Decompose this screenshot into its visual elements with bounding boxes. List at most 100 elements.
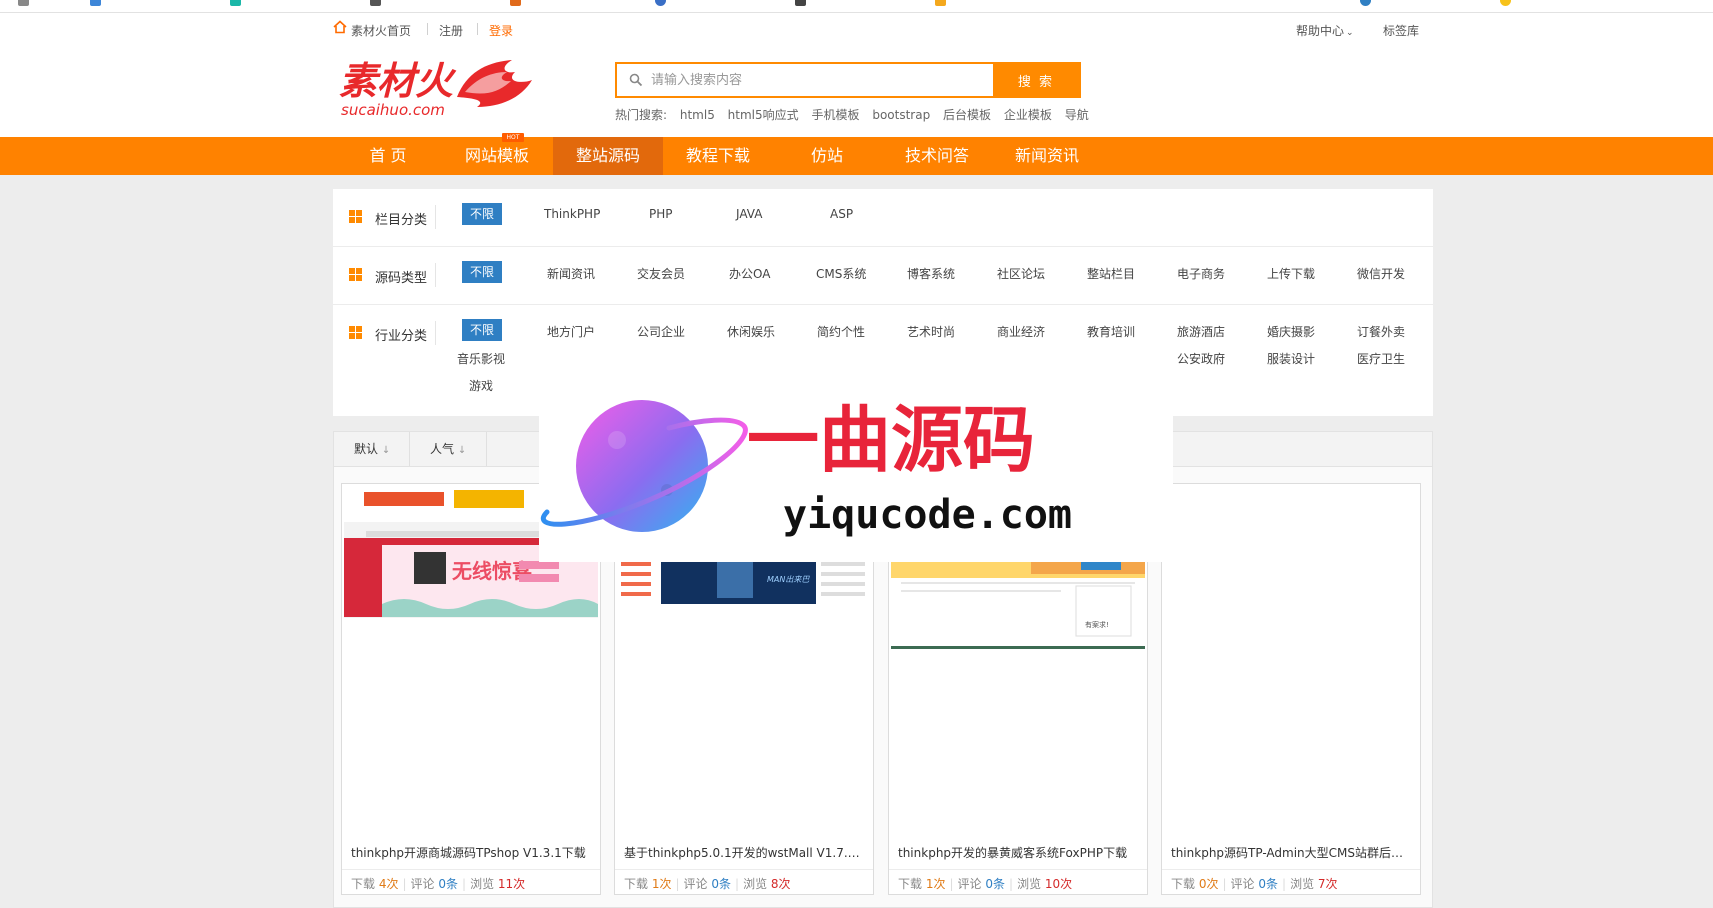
hot-search-item[interactable]: html5 bbox=[680, 108, 715, 122]
thumb-notice-text: 有案求! bbox=[1085, 620, 1109, 629]
tags-link[interactable]: 标签库 bbox=[1383, 22, 1419, 39]
search-button[interactable]: 搜 索 bbox=[993, 64, 1079, 96]
nav-item-tutorials[interactable]: 教程下载 bbox=[674, 137, 762, 175]
stat-comments: 0条 bbox=[438, 877, 459, 891]
bookmark-item[interactable] bbox=[935, 0, 961, 6]
filter-tag[interactable]: 微信开发 bbox=[1357, 265, 1405, 282]
stat-label: 浏览 bbox=[743, 877, 768, 891]
card-thumbnail[interactable] bbox=[1164, 486, 1418, 496]
filter-tag[interactable]: PHP bbox=[649, 207, 673, 221]
card-title[interactable]: thinkphp开源商城源码TPshop V1.3.1下载 bbox=[351, 844, 591, 861]
sucaihuo-logo[interactable]: 素材火 sucaihuo.com bbox=[337, 52, 537, 122]
hot-search-item[interactable]: 手机模板 bbox=[811, 108, 859, 122]
filter-tag[interactable]: 公司企业 bbox=[637, 323, 685, 340]
filter-tag[interactable]: ASP bbox=[830, 207, 853, 221]
nav-item-news[interactable]: 新闻资讯 bbox=[1003, 137, 1091, 175]
filter-tag[interactable]: 地方门户 bbox=[547, 323, 595, 340]
filter-tag[interactable]: 博客系统 bbox=[907, 265, 955, 282]
divider bbox=[409, 432, 410, 466]
home-icon bbox=[333, 20, 347, 34]
bookmark-icon bbox=[18, 0, 29, 6]
hot-search-item[interactable]: 导航 bbox=[1065, 108, 1089, 122]
filter-tag[interactable]: 旅游酒店 bbox=[1177, 323, 1225, 340]
bookmark-icon bbox=[1360, 0, 1371, 6]
divider bbox=[333, 304, 1433, 305]
filter-tag[interactable]: 游戏 bbox=[469, 377, 493, 394]
filter-tag[interactable]: 电子商务 bbox=[1177, 265, 1225, 282]
filter-any-type[interactable]: 不限 bbox=[462, 261, 502, 283]
hot-search-item[interactable]: bootstrap bbox=[872, 108, 930, 122]
nav-item-home[interactable]: 首 页 bbox=[344, 137, 432, 175]
filter-tag[interactable]: 新闻资讯 bbox=[547, 265, 595, 282]
sort-popular-button[interactable]: 人气 ↓ bbox=[430, 432, 466, 466]
filter-tag[interactable]: CMS系统 bbox=[816, 265, 866, 282]
arrow-down-icon: ↓ bbox=[381, 445, 391, 456]
nav-item-source-code[interactable]: 整站源码 bbox=[553, 137, 663, 175]
home-link[interactable]: 素材火首页 bbox=[351, 22, 411, 39]
stat-comments: 0条 bbox=[711, 877, 732, 891]
filter-tag[interactable]: 休闲娱乐 bbox=[727, 323, 775, 340]
filter-tag[interactable]: 上传下载 bbox=[1267, 265, 1315, 282]
stat-label: 浏览 bbox=[1017, 877, 1042, 891]
filter-tag[interactable]: 公安政府 bbox=[1177, 350, 1225, 367]
divider bbox=[435, 205, 436, 229]
bookmark-item[interactable] bbox=[370, 0, 399, 6]
filter-tag[interactable]: 商业经济 bbox=[997, 323, 1045, 340]
nav-item-qa[interactable]: 技术问答 bbox=[893, 137, 981, 175]
divider bbox=[477, 23, 478, 35]
card-title[interactable]: 基于thinkphp5.0.1开发的wstMall V1.7.5... bbox=[624, 844, 864, 861]
filter-tag[interactable]: 教育培训 bbox=[1087, 323, 1135, 340]
bookmark-icon bbox=[370, 0, 381, 6]
divider bbox=[1162, 869, 1420, 870]
bookmark-item[interactable] bbox=[1500, 0, 1522, 6]
register-link[interactable]: 注册 bbox=[439, 22, 463, 39]
filter-tag[interactable]: 整站栏目 bbox=[1087, 265, 1135, 282]
filter-any-column[interactable]: 不限 bbox=[462, 203, 502, 225]
hot-search-item[interactable]: 企业模板 bbox=[1004, 108, 1052, 122]
nav-item-clone[interactable]: 仿站 bbox=[783, 137, 871, 175]
search-input[interactable] bbox=[651, 64, 1007, 96]
filter-tag[interactable]: 艺术时尚 bbox=[907, 323, 955, 340]
stat-label: 评论 bbox=[683, 877, 708, 891]
hot-search-item[interactable]: html5响应式 bbox=[728, 108, 799, 122]
bookmark-item[interactable] bbox=[90, 0, 129, 6]
card-title[interactable]: thinkphp源码TP-Admin大型CMS站群后台... bbox=[1171, 844, 1411, 861]
filter-tag[interactable]: 医疗卫生 bbox=[1357, 350, 1405, 367]
product-card[interactable]: thinkphp源码TP-Admin大型CMS站群后台... 下载 0次 | 评论 … bbox=[1161, 483, 1421, 895]
filter-tag[interactable]: ThinkPHP bbox=[544, 207, 600, 221]
login-link[interactable]: 登录 bbox=[489, 22, 513, 39]
filter-tag[interactable]: 订餐外卖 bbox=[1357, 323, 1405, 340]
filter-tag[interactable]: 音乐影视 bbox=[457, 350, 505, 367]
filter-tag[interactable]: JAVA bbox=[736, 207, 762, 221]
help-center-link[interactable]: 帮助中心 ⌄ bbox=[1296, 22, 1354, 39]
filter-tag[interactable]: 服装设计 bbox=[1267, 350, 1315, 367]
filter-tag[interactable]: 交友会员 bbox=[637, 265, 685, 282]
stat-views: 7次 bbox=[1317, 877, 1338, 891]
filter-tag[interactable]: 社区论坛 bbox=[997, 265, 1045, 282]
hot-search-item[interactable]: 后台模板 bbox=[943, 108, 991, 122]
sort-default-button[interactable]: 默认 ↓ bbox=[354, 432, 390, 466]
bookmark-icon bbox=[90, 0, 101, 6]
bookmark-icon bbox=[1500, 0, 1511, 6]
filter-tag[interactable]: 婚庆摄影 bbox=[1267, 323, 1315, 340]
bookmark-item[interactable] bbox=[230, 0, 266, 6]
chevron-down-icon: ⌄ bbox=[1346, 28, 1354, 38]
bookmark-item[interactable] bbox=[795, 0, 821, 6]
nav-item-templates[interactable]: 网站模板 bbox=[453, 137, 541, 175]
bookmark-icon bbox=[935, 0, 946, 6]
stat-label: 评论 bbox=[957, 877, 982, 891]
bookmark-item[interactable] bbox=[510, 0, 539, 6]
bookmark-item[interactable] bbox=[1360, 0, 1386, 6]
bookmark-item[interactable] bbox=[655, 0, 681, 6]
stat-label: 浏览 bbox=[1290, 877, 1315, 891]
filter-tag[interactable]: 办公OA bbox=[729, 265, 770, 282]
flame-graphic bbox=[457, 60, 532, 107]
stat-downloads: 4次 bbox=[378, 877, 399, 891]
stat-label: 下载 bbox=[351, 877, 376, 891]
filter-any-industry[interactable]: 不限 bbox=[462, 319, 502, 341]
card-title[interactable]: thinkphp开发的暴黄威客系统FoxPHP下载 bbox=[898, 844, 1138, 861]
filter-tag[interactable]: 简约个性 bbox=[817, 323, 865, 340]
bookmark-icon bbox=[230, 0, 241, 6]
thumb-banner-text: MAN出来巴 bbox=[767, 575, 810, 584]
bookmark-item[interactable] bbox=[18, 0, 50, 6]
